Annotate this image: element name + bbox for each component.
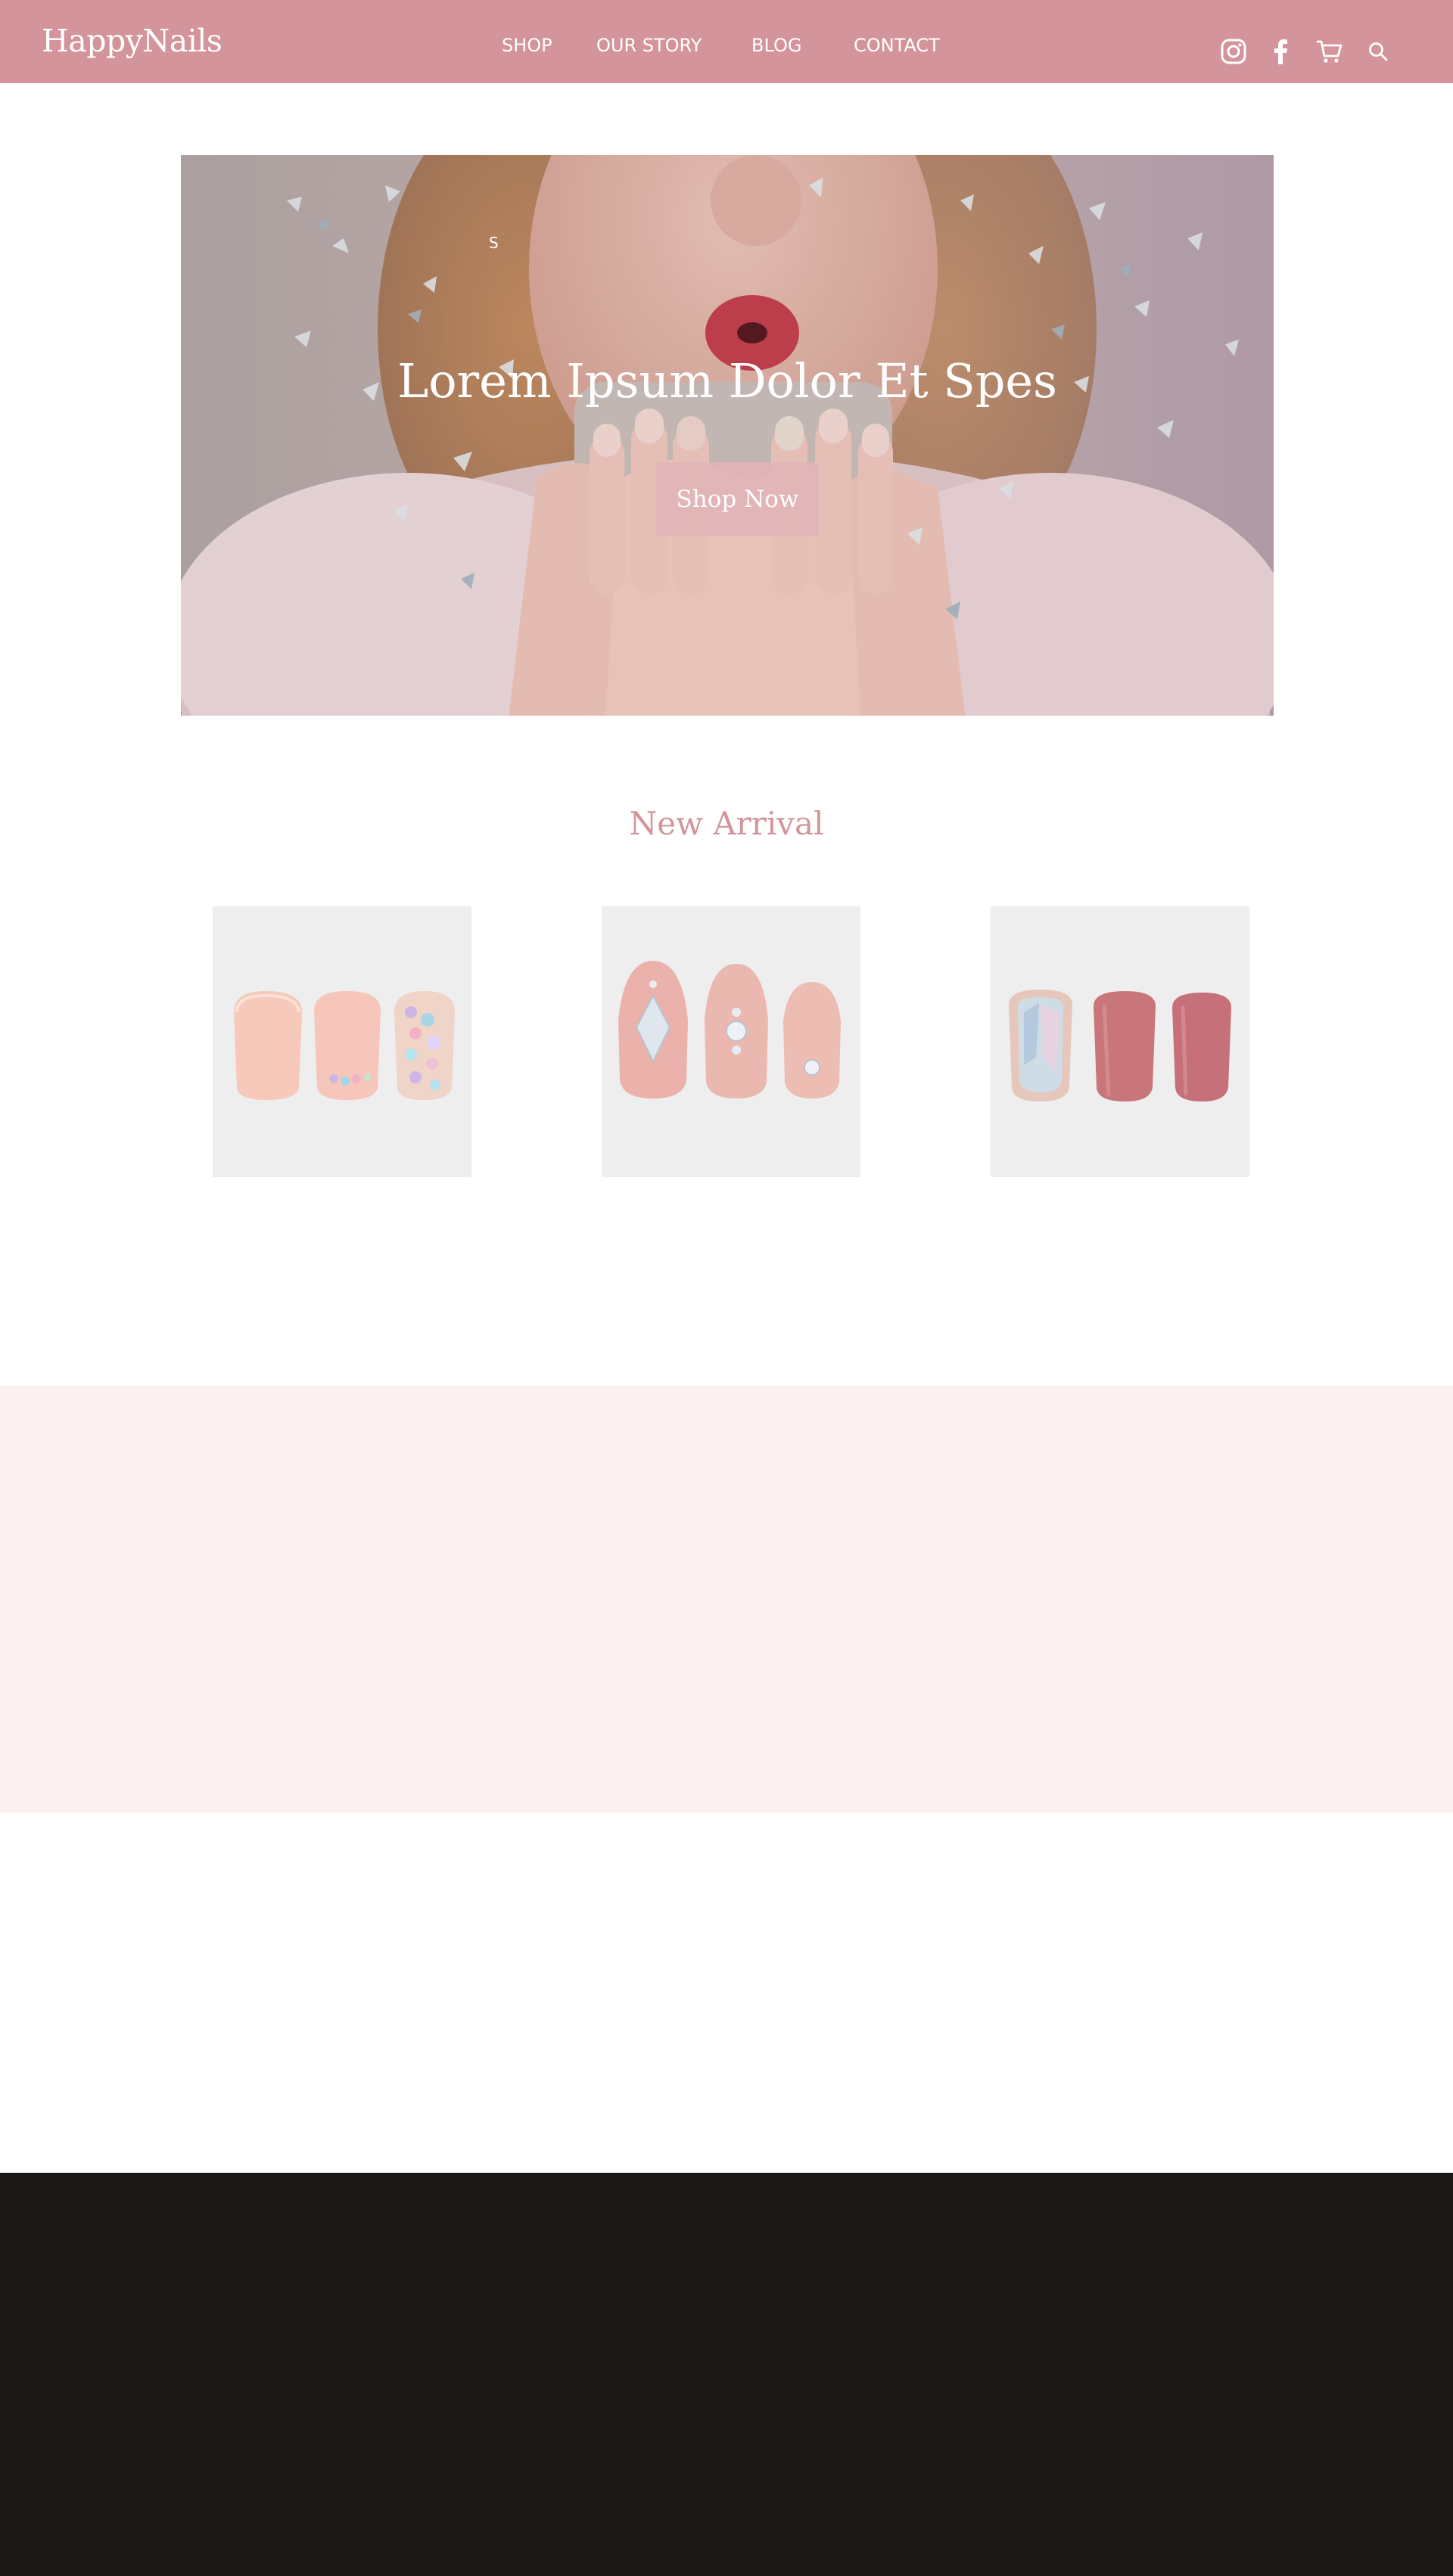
new-arrival-heading: New Arrival — [629, 805, 824, 842]
product-card[interactable] — [213, 906, 471, 1177]
cart-icon[interactable] — [1315, 36, 1345, 67]
hero-image — [181, 155, 1274, 716]
product-image — [602, 906, 860, 1177]
search-icon[interactable] — [1363, 36, 1393, 67]
instagram-icon[interactable] — [1218, 36, 1249, 67]
shop-now-button[interactable]: Shop Now — [656, 462, 819, 536]
product-card[interactable] — [602, 906, 860, 1177]
nav-shop[interactable]: SHOP — [502, 36, 552, 54]
promo-band — [0, 1386, 1453, 1813]
product-card[interactable] — [991, 906, 1249, 1177]
product-image — [213, 906, 471, 1177]
site-footer — [0, 2173, 1453, 2576]
site-header: HappyNails SHOP OUR STORY BLOG CONTACT — [0, 0, 1453, 83]
logo[interactable]: HappyNails — [42, 26, 222, 57]
hero-small-text: S — [489, 234, 499, 252]
nav-our-story[interactable]: OUR STORY — [596, 36, 702, 54]
hero-title: Lorem Ipsum Dolor Et Spes — [397, 353, 1057, 409]
facebook-icon[interactable] — [1265, 36, 1296, 67]
product-image — [991, 906, 1249, 1177]
nav-contact[interactable]: CONTACT — [854, 36, 940, 54]
nav-blog[interactable]: BLOG — [751, 36, 801, 54]
hero-banner: S Lorem Ipsum Dolor Et Spes Shop Now — [181, 155, 1274, 716]
